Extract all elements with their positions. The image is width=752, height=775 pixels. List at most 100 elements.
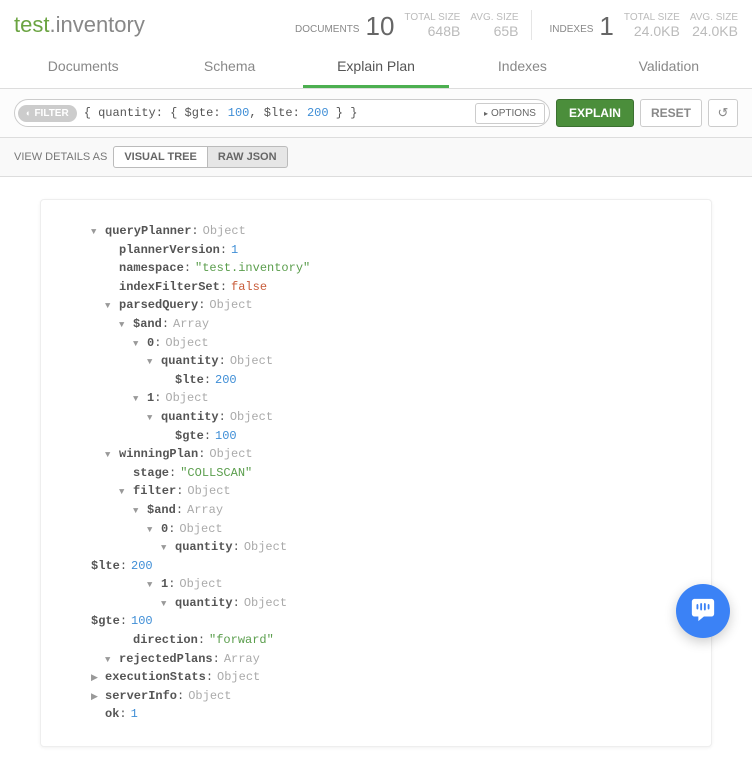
json-value: 1 (231, 241, 238, 260)
caret-down-icon[interactable] (105, 654, 117, 668)
json-key: 0 (161, 520, 168, 539)
json-value: Object (179, 520, 222, 539)
json-key: quantity (175, 594, 233, 613)
caret-down-icon[interactable] (133, 505, 145, 519)
json-key: ok (105, 705, 119, 724)
filter-query[interactable]: { quantity: { $gte: 100, $lte: 200 } } (84, 106, 475, 120)
caret-down-icon[interactable] (147, 524, 159, 538)
json-node: direction:"forward" (91, 631, 689, 650)
view-raw-json[interactable]: RAW JSON (208, 146, 288, 168)
caret-down-icon[interactable] (119, 319, 131, 333)
explain-button[interactable]: EXPLAIN (556, 99, 634, 127)
namespace-title: test.inventory (14, 12, 145, 38)
json-value: "test.inventory" (195, 259, 310, 278)
json-key: serverInfo (105, 687, 177, 706)
json-value: Object (179, 575, 222, 594)
json-node: 0:Object (91, 334, 689, 353)
caret-down-icon[interactable] (147, 356, 159, 370)
json-node: $and:Array (91, 315, 689, 334)
caret-down-icon[interactable] (105, 300, 117, 314)
documents-avg-size-value: 65B (470, 23, 518, 39)
json-key: executionStats (105, 668, 206, 687)
json-key: $lte (91, 557, 120, 576)
json-value: Object (230, 352, 273, 371)
json-node: $lte:200 (91, 371, 689, 390)
json-key: $gte (175, 427, 204, 446)
json-value: 200 (215, 371, 237, 390)
filter-field[interactable]: FILTER { quantity: { $gte: 100, $lte: 20… (14, 99, 550, 127)
json-node: $gte:100 (91, 427, 689, 446)
json-node: rejectedPlans:Array (91, 650, 689, 669)
tab-schema[interactable]: Schema (156, 46, 302, 88)
caret-down-icon[interactable] (133, 393, 145, 407)
caret-down-icon[interactable] (133, 338, 145, 352)
options-button[interactable]: OPTIONS (475, 103, 545, 124)
json-key: 1 (147, 389, 154, 408)
json-key: $lte (175, 371, 204, 390)
history-button[interactable]: ↺ (708, 99, 738, 127)
caret-down-icon[interactable] (119, 486, 131, 500)
json-value: Object (188, 687, 231, 706)
tab-explain-plan[interactable]: Explain Plan (303, 46, 449, 88)
documents-avg-size-label: AVG. SIZE (470, 12, 518, 23)
caret-down-icon[interactable] (91, 226, 103, 240)
indexes-total-size-value: 24.0KB (624, 23, 680, 39)
json-key: queryPlanner (105, 222, 191, 241)
json-node: filter:Object (91, 482, 689, 501)
json-node: $lte:200 (91, 557, 689, 576)
json-key: quantity (161, 408, 219, 427)
json-node: $and:Array (91, 501, 689, 520)
filter-bar: FILTER { quantity: { $gte: 100, $lte: 20… (0, 89, 752, 138)
json-key: plannerVersion (119, 241, 220, 260)
json-node: quantity:Object (91, 594, 689, 613)
json-key: quantity (161, 352, 219, 371)
view-visual-tree[interactable]: VISUAL TREE (113, 146, 208, 168)
json-node: namespace:"test.inventory" (91, 259, 689, 278)
caret-down-icon[interactable] (147, 412, 159, 426)
json-node: 0:Object (91, 520, 689, 539)
raw-json-panel: queryPlanner:ObjectplannerVersion:1names… (40, 199, 712, 747)
json-node: plannerVersion:1 (91, 241, 689, 260)
json-value: Object (165, 389, 208, 408)
intercom-launcher[interactable] (676, 584, 730, 638)
chat-icon (690, 597, 716, 626)
json-node: winningPlan:Object (91, 445, 689, 464)
json-node: 1:Object (91, 575, 689, 594)
tab-indexes[interactable]: Indexes (449, 46, 595, 88)
json-key: $gte (91, 612, 120, 631)
namespace-coll: .inventory (49, 12, 144, 37)
json-node: quantity:Object (91, 408, 689, 427)
json-key: rejectedPlans (119, 650, 213, 669)
caret-down-icon[interactable] (105, 449, 117, 463)
indexes-avg-size-label: AVG. SIZE (690, 12, 738, 23)
caret-right-icon[interactable] (91, 691, 103, 705)
caret-down-icon[interactable] (161, 542, 173, 556)
json-value: 200 (131, 557, 153, 576)
json-value: Array (187, 501, 223, 520)
json-key: 0 (147, 334, 154, 353)
json-node: 1:Object (91, 389, 689, 408)
json-value: Object (244, 538, 287, 557)
json-key: 1 (161, 575, 168, 594)
json-key: parsedQuery (119, 296, 198, 315)
json-node: $gte:100 (91, 612, 689, 631)
stats-indexes: INDEXES 1 TOTAL SIZE 24.0KB AVG. SIZE 24… (550, 12, 738, 39)
tab-validation[interactable]: Validation (596, 46, 742, 88)
json-value: 1 (131, 705, 138, 724)
json-value: Object (209, 296, 252, 315)
documents-total-size-label: TOTAL SIZE (404, 12, 460, 23)
json-node: executionStats:Object (91, 668, 689, 687)
caret-right-icon[interactable] (91, 672, 103, 686)
json-value: Array (173, 315, 209, 334)
caret-down-icon[interactable] (147, 579, 159, 593)
stats-documents: DOCUMENTS 10 TOTAL SIZE 648B AVG. SIZE 6… (295, 12, 518, 39)
json-key: $and (133, 315, 162, 334)
indexes-count: 1 (599, 13, 613, 39)
json-node: indexFilterSet:false (91, 278, 689, 297)
header: test.inventory DOCUMENTS 10 TOTAL SIZE 6… (0, 0, 752, 46)
tab-documents[interactable]: Documents (10, 46, 156, 88)
namespace-db: test (14, 12, 49, 37)
json-value: Object (209, 445, 252, 464)
caret-down-icon[interactable] (161, 598, 173, 612)
reset-button[interactable]: RESET (640, 99, 702, 127)
